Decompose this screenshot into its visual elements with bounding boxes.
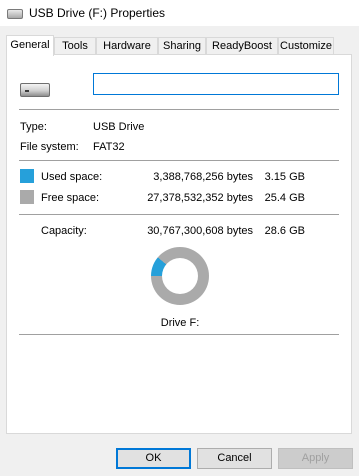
free-space-label: Free space: — [41, 192, 100, 204]
capacity-label: Capacity: — [41, 225, 87, 237]
tab-hardware[interactable]: Hardware — [96, 37, 158, 54]
tab-strip: General Tools Hardware Sharing ReadyBoos… — [6, 35, 354, 56]
used-space-swatch — [20, 169, 34, 183]
separator — [19, 109, 339, 110]
tab-sharing[interactable]: Sharing — [158, 37, 206, 54]
drive-letter-label: Drive F: — [160, 317, 200, 329]
usb-drive-icon — [7, 9, 23, 19]
tab-customize[interactable]: Customize — [278, 37, 334, 54]
separator — [19, 214, 339, 215]
free-space-gb: 25.4 GB — [264, 192, 305, 204]
used-space-bytes: 3,388,768,256 bytes — [153, 171, 253, 183]
tab-general[interactable]: General — [6, 35, 54, 56]
free-space-bytes: 27,378,532,352 bytes — [147, 192, 253, 204]
tab-tools[interactable]: Tools — [54, 37, 96, 54]
ok-button[interactable]: OK — [116, 448, 191, 469]
tab-readyboost[interactable]: ReadyBoost — [206, 37, 278, 54]
separator — [19, 334, 339, 335]
drive-name-input[interactable] — [93, 73, 339, 95]
file-system-label: File system: — [20, 141, 79, 153]
cancel-button[interactable]: Cancel — [197, 448, 272, 469]
used-space-gb: 3.15 GB — [264, 171, 305, 183]
apply-button[interactable]: Apply — [278, 448, 353, 469]
separator — [19, 160, 339, 161]
type-label: Type: — [20, 121, 47, 133]
window-title: USB Drive (F:) Properties — [29, 6, 166, 20]
general-panel: Type: USB Drive File system: FAT32 Used … — [6, 54, 352, 434]
usb-drive-icon — [20, 83, 50, 97]
type-value: USB Drive — [93, 121, 145, 133]
file-system-value: FAT32 — [93, 141, 125, 153]
free-space-swatch — [20, 190, 34, 204]
capacity-gb: 28.6 GB — [264, 225, 305, 237]
used-space-label: Used space: — [41, 171, 103, 183]
capacity-bytes: 30,767,300,608 bytes — [147, 225, 253, 237]
donut-center — [162, 258, 198, 294]
usage-donut-chart — [151, 247, 209, 305]
title-bar: USB Drive (F:) Properties — [0, 0, 359, 26]
